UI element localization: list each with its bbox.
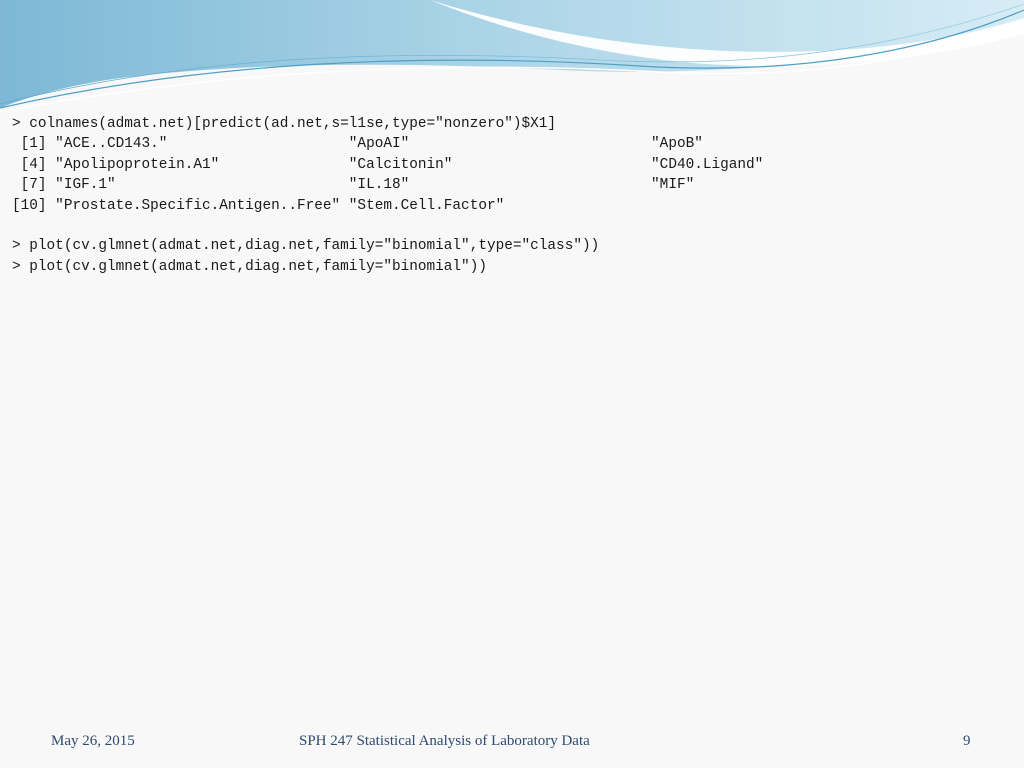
code-line: > plot(cv.glmnet(admat.net,diag.net,fami… xyxy=(12,238,600,255)
footer-page-number: 9 xyxy=(963,733,971,749)
code-line: [1] "ACE..CD143." "ApoAI" "ApoB" xyxy=(12,136,703,153)
code-line: [4] "Apolipoprotein.A1" "Calcitonin" "CD… xyxy=(12,156,764,173)
footer-title: SPH 247 Statistical Analysis of Laborato… xyxy=(299,733,590,749)
r-console-output: > colnames(admat.net)[predict(ad.net,s=l… xyxy=(12,114,1012,277)
code-line: > colnames(admat.net)[predict(ad.net,s=l… xyxy=(12,116,557,132)
header-wave-decoration xyxy=(0,0,1024,113)
footer-date: May 26, 2015 xyxy=(51,733,135,749)
code-line: [7] "IGF.1" "IL.18" "MIF" xyxy=(12,177,695,194)
code-line: > plot(cv.glmnet(admat.net,diag.net,fami… xyxy=(12,258,487,275)
code-line: [10] "Prostate.Specific.Antigen..Free" "… xyxy=(12,197,505,214)
